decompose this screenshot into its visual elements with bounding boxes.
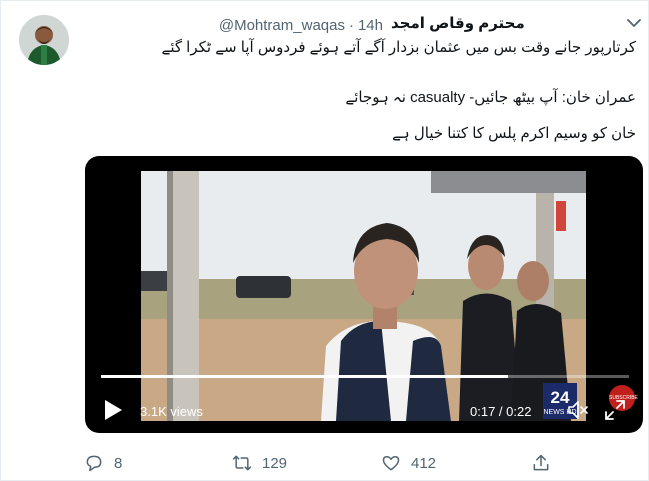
like-count: 412 (411, 454, 437, 472)
tweet-text-line: عمران خان: آپ بیٹھ جائیں- casualty نہ ہو… (345, 89, 636, 106)
play-icon[interactable] (103, 399, 123, 421)
tweet-header: @Mohtram_waqas · 14h (219, 15, 383, 35)
share-icon (533, 454, 549, 471)
retweet-count: 129 (262, 454, 288, 472)
progress-bar[interactable] (101, 375, 629, 378)
video-time: 0:17 / 0:22 (470, 404, 532, 419)
share-button[interactable] (531, 451, 561, 475)
video-player[interactable]: 24 NEWS HD SUBSCRIBE 3.1K views 0:17 / 0… (85, 156, 643, 433)
tweet-card[interactable]: محترم وقاص امجد @Mohtram_waqas · 14h کرت… (0, 0, 649, 481)
tweet-text-line: خان کو وسیم اکرم پلس کا کتنا خیال ہے (392, 125, 636, 142)
progress-fill (101, 375, 508, 378)
heart-icon (382, 456, 400, 471)
volume-icon[interactable] (567, 399, 589, 421)
retweet-button[interactable]: 129 (232, 451, 287, 475)
author-name[interactable]: محترم وقاص امجد (391, 14, 525, 32)
video-frame[interactable] (141, 171, 586, 421)
tweet-time[interactable]: 14h (358, 17, 383, 34)
user-avatar[interactable] (19, 15, 69, 65)
view-count: 3.1K views (140, 404, 203, 419)
like-button[interactable]: 412 (381, 451, 436, 475)
retweet-icon (232, 455, 252, 471)
author-handle[interactable]: @Mohtram_waqas (219, 17, 345, 34)
reply-button[interactable]: 8 (84, 451, 122, 475)
tweet-actions: 8 129 412 (81, 451, 561, 475)
reply-count: 8 (114, 454, 123, 472)
reply-icon (86, 455, 102, 472)
tweet-text-line: کرتارپور جانے وقت بس میں عثمان بزدار آگے… (161, 39, 636, 56)
chevron-down-icon[interactable] (625, 14, 643, 32)
expand-icon[interactable] (604, 399, 626, 421)
separator-dot: · (348, 16, 354, 34)
